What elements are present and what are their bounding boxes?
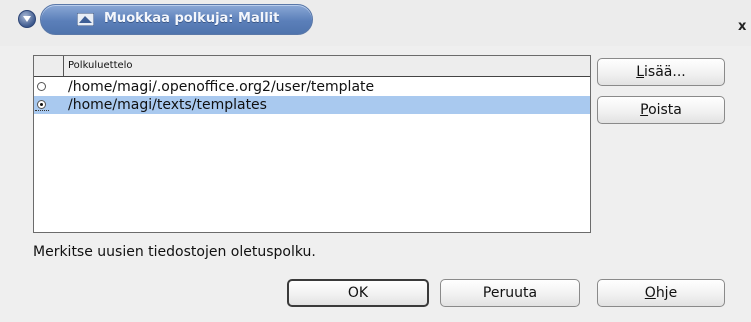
cancel-button-label: Peruuta [482,285,538,301]
ok-button-label: OK [347,285,369,301]
path-text: /home/magi/.openoffice.org2/user/templat… [68,79,375,95]
focus-indicator [35,110,49,112]
app-icon [77,13,94,26]
help-button-label: Ohje [644,285,678,301]
radio-icon[interactable] [37,82,46,91]
list-header: Polkuluettelo [34,56,590,77]
window-menu-icon[interactable] [18,10,36,28]
add-button-label: Lisää... [636,64,686,80]
radio-icon[interactable] [37,100,46,109]
close-icon[interactable]: x [738,20,751,34]
path-text: /home/magi/texts/templates [68,97,267,113]
header-separator [63,56,64,76]
help-button[interactable]: Ohje [597,279,725,307]
title-pill: Muokkaa polkuja: Mallit [40,4,313,35]
ok-button[interactable]: OK [287,279,429,307]
list-item[interactable]: /home/magi/.openoffice.org2/user/templat… [34,78,590,96]
list-item-selected[interactable]: /home/magi/texts/templates [34,96,590,114]
remove-button[interactable]: Poista [597,96,725,124]
add-button[interactable]: Lisää... [597,58,725,86]
hint-text: Merkitse uusien tiedostojen oletuspolku. [33,244,316,260]
title-bar: Muokkaa polkuja: Mallit x [0,0,751,46]
path-list[interactable]: Polkuluettelo /home/magi/.openoffice.org… [33,55,591,233]
remove-button-label: Poista [640,102,682,118]
cancel-button[interactable]: Peruuta [440,279,580,307]
window-title: Muokkaa polkuja: Mallit [104,11,280,26]
column-header-path-list[interactable]: Polkuluettelo [68,60,133,71]
